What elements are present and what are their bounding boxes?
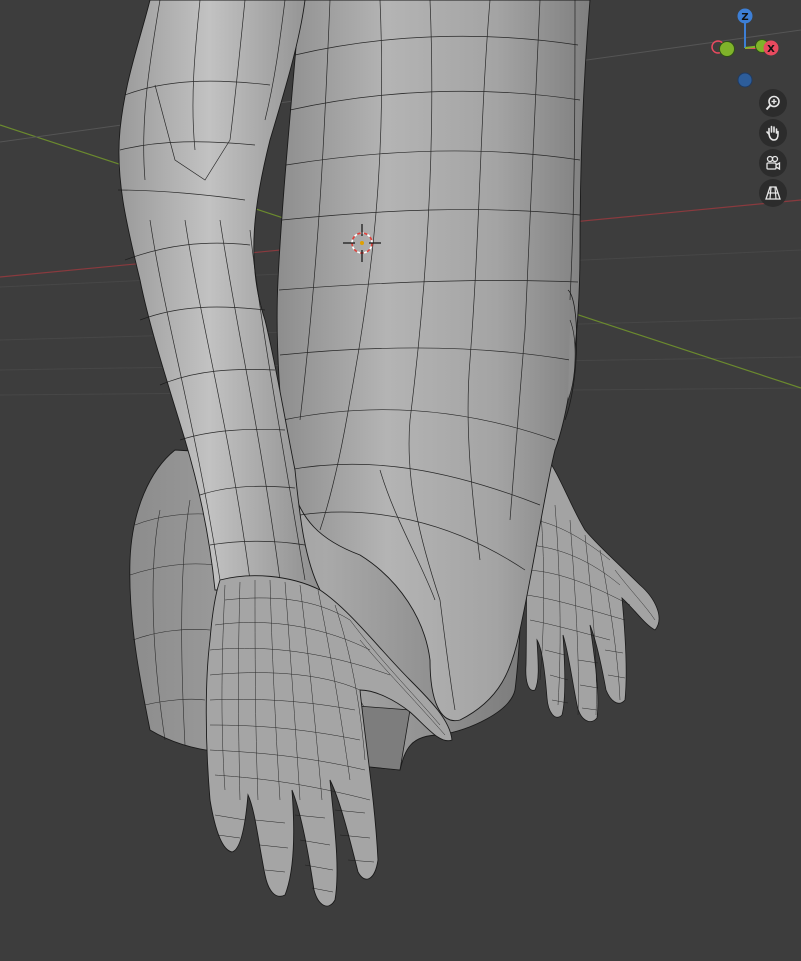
magnifier-plus-icon: [765, 95, 780, 111]
grid-icon: [765, 186, 781, 200]
perspective-toggle-button[interactable]: [759, 179, 787, 207]
hand-icon: [766, 125, 779, 141]
scene-canvas[interactable]: Z X: [0, 0, 801, 961]
gizmo-neg-z-axis[interactable]: [737, 72, 753, 88]
zoom-button[interactable]: [759, 89, 787, 117]
gizmo-z-label: Z: [741, 12, 748, 23]
gizmo-x-label: X: [767, 44, 775, 55]
navigation-gizmo[interactable]: Z X: [711, 8, 779, 88]
pan-button[interactable]: [759, 119, 787, 147]
camera-view-button[interactable]: [759, 149, 787, 177]
gizmo-neg-y-axis[interactable]: [719, 41, 735, 57]
camera-icon: [766, 155, 781, 171]
3d-viewport[interactable]: Z X: [0, 0, 801, 961]
